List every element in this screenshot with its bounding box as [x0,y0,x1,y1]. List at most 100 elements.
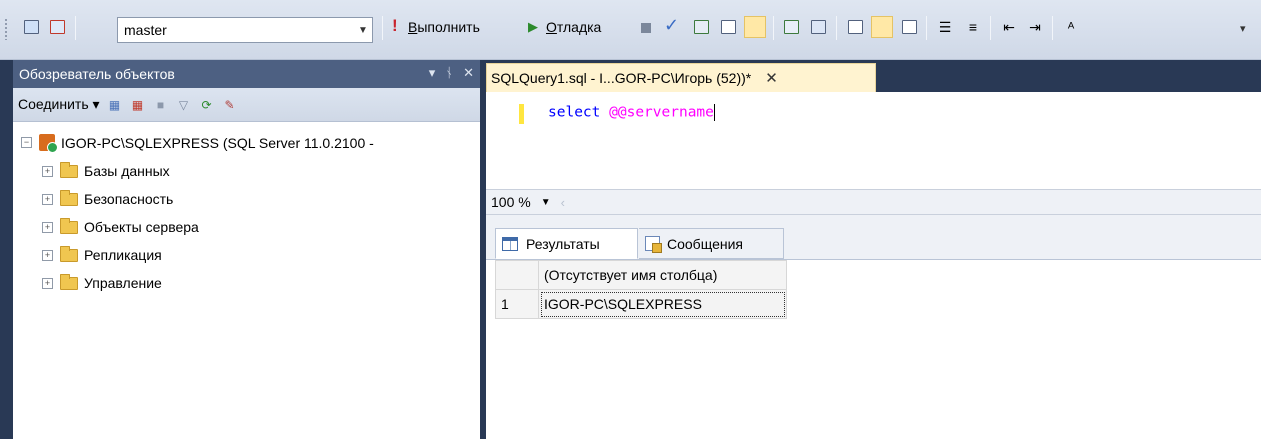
close-icon[interactable]: ✕ [765,69,778,87]
main-toolbar: master ▼ ! Выполнить ▶ Отладка ✓ ☰ ≡ ⇤ ⇥… [0,0,1261,60]
tree-node-label: Объекты сервера [84,219,199,235]
increase-indent-icon[interactable]: ⇥ [1024,16,1046,38]
toolbar-separator [773,16,774,40]
toolbar-grip[interactable] [4,18,8,40]
editor-zoom-bar: 100 % ▼ ‹ [486,189,1261,215]
change-connection-icon[interactable] [46,16,68,38]
row-number[interactable]: 1 [495,289,539,319]
debug-label: тладка [556,19,602,35]
grid-corner[interactable] [495,260,539,290]
messages-icon [645,236,662,253]
execute-icon[interactable]: ! [392,16,398,36]
server-running-icon [39,134,58,153]
expand-icon[interactable]: + [42,277,53,289]
object-explorer-title-bar: Обозреватель объектов ▾ ᚾ ✕ [13,60,480,88]
tree-node-replication[interactable]: + Репликация [13,241,480,269]
debug-play-icon[interactable]: ▶ [528,19,538,35]
query-editor[interactable]: select @@servername [486,92,1261,189]
object-explorer-panel: Обозреватель объектов ▾ ᚾ ✕ Соединить ▾ … [13,60,480,439]
text-caret [713,104,715,121]
database-select-value: master [124,22,167,38]
change-indicator [519,104,524,124]
specify-template-values-icon[interactable]: ᴬ [1060,16,1082,38]
stop-icon[interactable]: ■ [153,97,169,113]
object-tree: − IGOR-PC\SQLEXPRESS (SQL Server 11.0.21… [13,122,480,297]
debug-button[interactable]: Отладка [546,19,601,35]
sql-keyword: select [548,104,601,121]
folder-icon [60,189,78,206]
query-code-line[interactable]: select @@servername [548,104,715,121]
server-node-label: IGOR-PC\SQLEXPRESS (SQL Server 11.0.2100… [61,134,374,151]
result-cell[interactable]: IGOR-PC\SQLEXPRESS [538,289,787,319]
results-to-text-icon[interactable] [844,16,866,38]
tree-node-security[interactable]: + Безопасность [13,185,480,213]
chevron-down-icon[interactable]: ▼ [541,197,551,208]
expand-icon[interactable]: + [42,249,53,261]
display-plan-icon[interactable] [690,16,712,38]
execute-button[interactable]: Выполнить [408,19,480,35]
window-position-icon[interactable]: ▾ [429,65,436,81]
folder-icon [60,273,78,290]
disconnect-icon[interactable]: ▦ [130,97,146,113]
comment-lines-icon[interactable]: ☰ [934,16,956,38]
toolbar-separator [836,16,837,40]
tab-results[interactable]: Результаты [495,228,638,259]
expand-icon[interactable]: + [42,165,53,177]
zoom-level[interactable]: 100 % [491,194,531,210]
parse-check-icon[interactable]: ✓ [664,15,679,36]
tab-sqlquery1[interactable]: SQLQuery1.sql - I...GOR-PC\Игорь (52))* … [486,63,876,92]
close-icon[interactable]: ✕ [463,65,474,81]
panel-controls: ▾ ᚾ ✕ [429,65,474,81]
cancel-query-icon[interactable] [641,23,651,33]
include-plan-icon[interactable] [780,16,802,38]
pin-icon[interactable]: ᚾ [445,65,453,81]
database-select[interactable]: master ▼ [117,17,373,43]
sql-function: @@servername [609,104,714,121]
folder-icon [60,217,78,234]
connect-dropdown-button[interactable]: Соединить ▾ [18,96,100,113]
tab-results-label: Результаты [526,235,600,252]
collapse-icon[interactable]: − [21,137,32,148]
tree-node-server-objects[interactable]: + Объекты сервера [13,213,480,241]
tab-messages[interactable]: Сообщения [639,228,784,259]
tree-node-label: Управление [84,275,162,291]
result-tabs: Результаты Сообщения [486,215,1261,260]
expand-icon[interactable]: + [42,221,53,233]
filter-icon[interactable]: ▽ [176,97,192,113]
results-to-file-icon[interactable] [898,16,920,38]
tree-node-server[interactable]: − IGOR-PC\SQLEXPRESS (SQL Server 11.0.21… [13,128,480,157]
connect-icon[interactable]: ▦ [107,97,123,113]
toolbar-separator [990,16,991,40]
uncomment-lines-icon[interactable]: ≡ [962,16,984,38]
grid-header-row: (Отсутствует имя столбца) [495,260,787,290]
object-explorer-title: Обозреватель объектов [19,66,175,82]
editor-margin [486,92,514,189]
client-stats-icon[interactable] [807,16,829,38]
refresh-icon[interactable]: ⟳ [199,97,215,113]
decrease-indent-icon[interactable]: ⇤ [998,16,1020,38]
object-explorer-toolbar: Соединить ▾ ▦ ▦ ■ ▽ ⟳ ✎ [13,88,480,122]
execute-accesskey: В [408,19,418,35]
toolbar-separator [382,16,383,40]
execute-label: ыполнить [417,19,480,35]
tree-node-databases[interactable]: + Базы данных [13,157,480,185]
expand-icon[interactable]: + [42,193,53,205]
results-to-grid-icon[interactable] [871,16,893,38]
toolbar-separator [926,16,927,40]
toolbar-separator [75,16,76,40]
connect-query-icon[interactable] [20,16,42,38]
chevron-down-icon[interactable]: ▼ [354,25,372,36]
scroll-left-icon[interactable]: ‹ [561,195,565,210]
debug-accesskey: О [546,19,557,35]
tree-node-management[interactable]: + Управление [13,269,480,297]
folder-icon [60,161,78,178]
toolbar-separator [1052,16,1053,40]
results-grid: (Отсутствует имя столбца) 1 IGOR-PC\SQLE… [495,260,787,319]
document-tab-title: SQLQuery1.sql - I...GOR-PC\Игорь (52))* [491,70,752,86]
toolbar-overflow-icon[interactable]: ▾ [1240,22,1250,35]
tree-node-label: Базы данных [84,163,170,179]
activity-monitor-icon[interactable]: ✎ [222,97,238,113]
column-header[interactable]: (Отсутствует имя столбца) [538,260,787,290]
query-designer-icon[interactable] [717,16,739,38]
intellisense-toggle-icon[interactable] [744,16,766,38]
